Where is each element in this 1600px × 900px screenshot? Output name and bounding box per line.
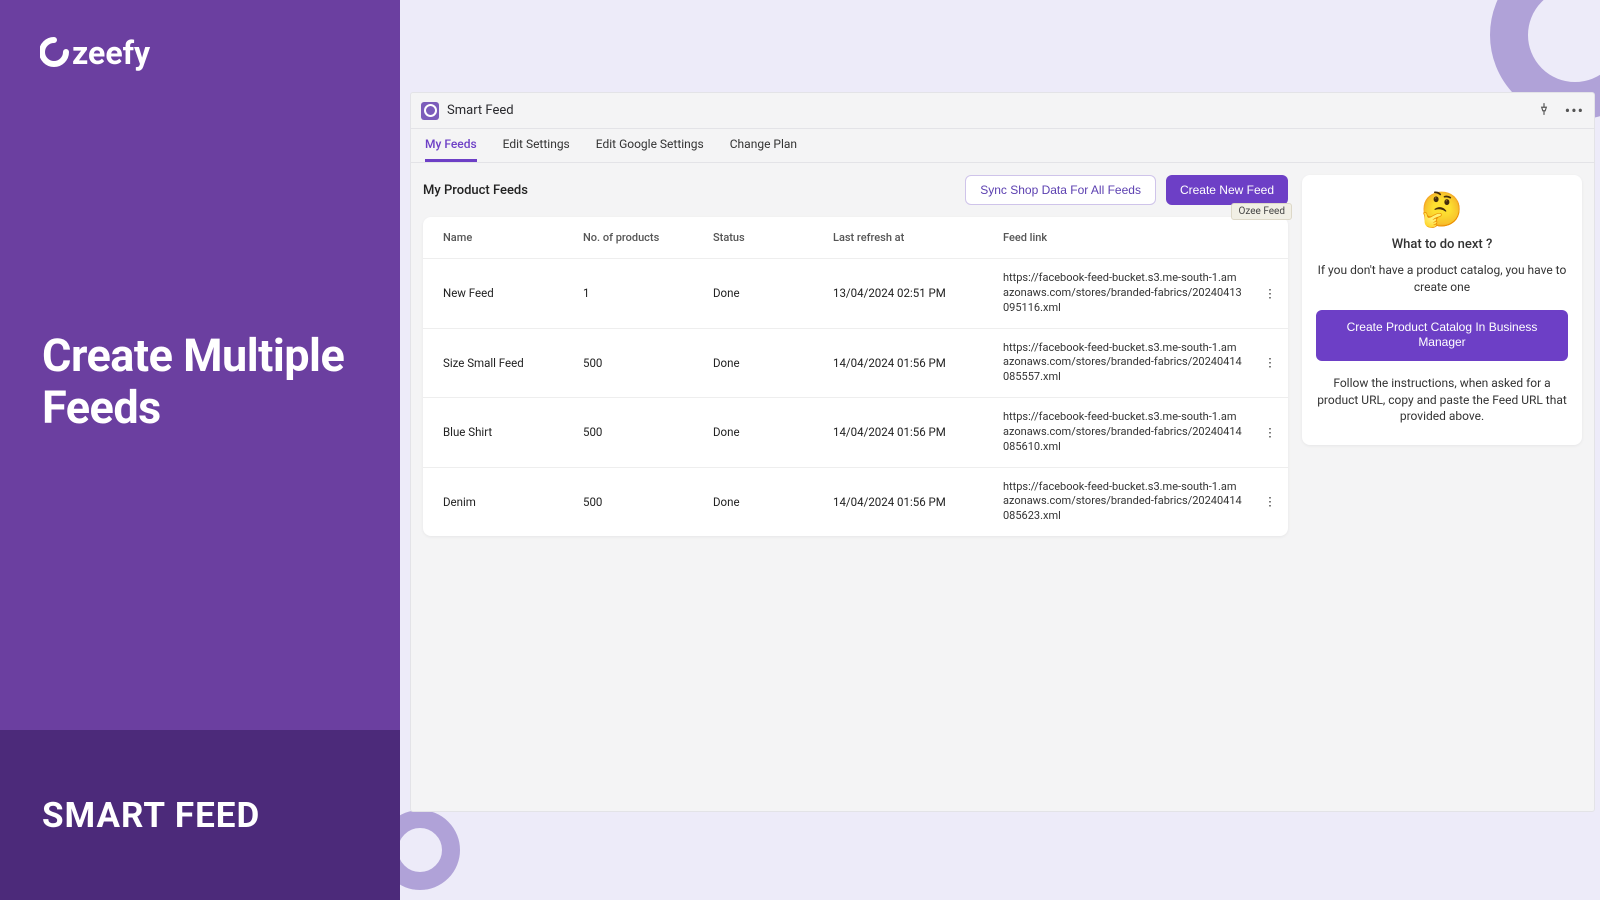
cell-status: Done	[703, 467, 823, 536]
cell-count: 1	[573, 259, 703, 329]
cell-link: https://facebook-feed-bucket.s3.me-south…	[993, 467, 1252, 536]
col-name: Name	[423, 217, 573, 259]
cell-count: 500	[573, 398, 703, 468]
tab-edit-google-settings[interactable]: Edit Google Settings	[596, 129, 704, 162]
row-menu-icon[interactable]: ⋮	[1252, 259, 1288, 329]
tab-my-feeds[interactable]: My Feeds	[425, 129, 477, 162]
col-link: Feed link	[993, 217, 1252, 259]
create-feed-button[interactable]: Create New Feed	[1166, 175, 1288, 205]
help-question: What to do next ?	[1316, 237, 1568, 252]
table-row: Blue Shirt500Done14/04/2024 01:56 PMhttp…	[423, 398, 1288, 468]
feeds-table: Name No. of products Status Last refresh…	[423, 217, 1288, 536]
table-row: Size Small Feed500Done14/04/2024 01:56 P…	[423, 328, 1288, 398]
tab-edit-settings[interactable]: Edit Settings	[503, 129, 570, 162]
cell-link: https://facebook-feed-bucket.s3.me-south…	[993, 328, 1252, 398]
help-instructions: Follow the instructions, when asked for …	[1316, 375, 1568, 425]
cell-refresh: 14/04/2024 01:56 PM	[823, 467, 993, 536]
cell-refresh: 14/04/2024 01:56 PM	[823, 398, 993, 468]
col-count: No. of products	[573, 217, 703, 259]
ozeefy-logo: zeefy	[40, 32, 190, 76]
col-refresh: Last refresh at	[823, 217, 993, 259]
pin-icon[interactable]	[1537, 101, 1551, 120]
col-status: Status	[703, 217, 823, 259]
cell-name: New Feed	[423, 259, 573, 329]
cell-status: Done	[703, 328, 823, 398]
headline-line-1: Create Multiple	[42, 329, 344, 382]
marketing-footer: SMART FEED	[0, 730, 400, 900]
svg-text:zeefy: zeefy	[72, 34, 151, 72]
app-window: Smart Feed ••• My Feeds Edit Settings Ed…	[410, 92, 1595, 812]
table-row: Denim500Done14/04/2024 01:56 PMhttps://f…	[423, 467, 1288, 536]
cell-name: Size Small Feed	[423, 328, 573, 398]
cell-count: 500	[573, 328, 703, 398]
cell-name: Blue Shirt	[423, 398, 573, 468]
cell-count: 500	[573, 467, 703, 536]
row-menu-icon[interactable]: ⋮	[1252, 328, 1288, 398]
table-row: New Feed1Done13/04/2024 02:51 PMhttps://…	[423, 259, 1288, 329]
headline-line-2: Feeds	[42, 381, 161, 434]
marketing-sidebar: zeefy Create Multiple Feeds	[0, 0, 400, 820]
tabs-bar: My Feeds Edit Settings Edit Google Setti…	[411, 129, 1594, 163]
row-menu-icon[interactable]: ⋮	[1252, 467, 1288, 536]
cell-refresh: 14/04/2024 01:56 PM	[823, 328, 993, 398]
create-feed-tooltip: Ozee Feed	[1231, 203, 1292, 220]
cell-link: https://facebook-feed-bucket.s3.me-south…	[993, 259, 1252, 329]
cell-status: Done	[703, 398, 823, 468]
cell-name: Denim	[423, 467, 573, 536]
cell-refresh: 13/04/2024 02:51 PM	[823, 259, 993, 329]
more-icon[interactable]: •••	[1565, 101, 1584, 120]
marketing-headline: Create Multiple Feeds	[42, 330, 344, 434]
help-panel: 🤔 What to do next ? If you don't have a …	[1302, 175, 1582, 445]
marketing-footer-label: SMART FEED	[0, 795, 260, 836]
sync-all-button[interactable]: Sync Shop Data For All Feeds	[965, 175, 1156, 205]
row-menu-icon[interactable]: ⋮	[1252, 398, 1288, 468]
app-header: Smart Feed •••	[411, 93, 1594, 129]
app-logo-icon	[421, 102, 439, 120]
cell-link: https://facebook-feed-bucket.s3.me-south…	[993, 398, 1252, 468]
app-title: Smart Feed	[447, 103, 514, 118]
thinking-emoji-icon: 🤔	[1316, 193, 1568, 227]
tab-change-plan[interactable]: Change Plan	[730, 129, 797, 162]
section-title: My Product Feeds	[423, 183, 528, 198]
create-catalog-button[interactable]: Create Product Catalog In Business Manag…	[1316, 310, 1568, 361]
cell-status: Done	[703, 259, 823, 329]
help-hint: If you don't have a product catalog, you…	[1316, 262, 1568, 296]
